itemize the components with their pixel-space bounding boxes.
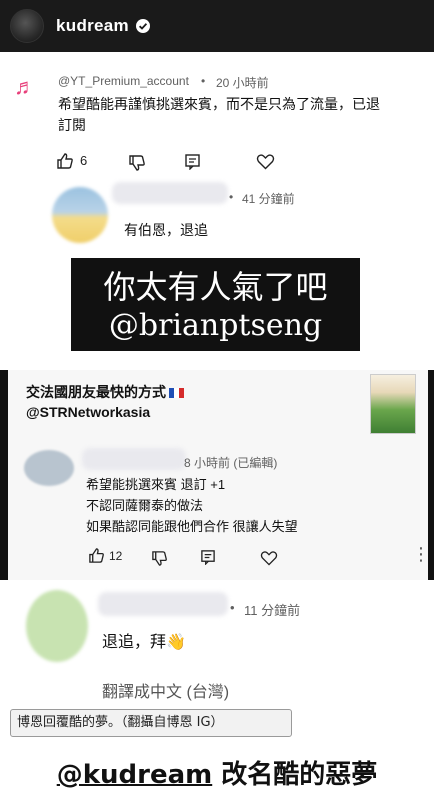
overlay-headline: 你太有人氣了吧 — [103, 268, 328, 306]
comment-author-blurred — [82, 448, 186, 470]
comment-text-line1: 希望酷能再謹慎挑選來賓，而不是只為了流量，已退 — [58, 96, 380, 112]
dislike-icon[interactable] — [128, 154, 146, 172]
dislike-icon[interactable] — [151, 550, 168, 567]
story-header: kudream — [0, 0, 434, 52]
verified-badge-icon — [135, 18, 151, 34]
comment-text-line2: 訂閱 — [58, 117, 86, 133]
headline-handle[interactable]: @kudream — [57, 760, 213, 790]
comment-text-line1: 希望能挑選來賓 退訂 +1 — [86, 477, 226, 492]
sticker-overlay: 你太有人氣了吧 @brianptseng — [71, 258, 360, 351]
promo-title[interactable]: 交法國朋友最快的方式 — [26, 382, 184, 402]
heart-icon[interactable] — [256, 153, 275, 170]
more-options-icon[interactable]: ⋮ — [412, 544, 430, 565]
comment-card-2: 交法國朋友最快的方式 @STRNetworkasia 8 小時前 (已編輯) 希… — [8, 370, 430, 580]
comment-avatar[interactable] — [24, 450, 74, 486]
comment-text-line2: 不認同薩爾泰的做法 — [86, 498, 204, 513]
reply-text: 有伯恩，退追 — [124, 222, 208, 238]
story-username[interactable]: kudream — [56, 16, 129, 36]
reply-icon[interactable] — [184, 153, 201, 170]
comment-author[interactable]: @YT_Premium_account — [58, 74, 189, 88]
comment-avatar[interactable] — [26, 590, 88, 662]
like-icon[interactable] — [88, 547, 105, 564]
comment-text: 退追，拜👋 — [102, 634, 186, 651]
avatar[interactable] — [10, 9, 44, 43]
comment-time: 11 分鐘前 — [244, 603, 301, 618]
headline-rest: 改名酷的惡夢 — [212, 760, 378, 790]
headline: @kudream 改名酷的惡夢 — [0, 754, 434, 791]
promo-handle[interactable]: @STRNetworkasia — [26, 404, 150, 420]
reply-author-blurred — [112, 182, 228, 204]
comment-author-blurred — [98, 592, 228, 616]
heart-icon[interactable] — [260, 550, 278, 566]
like-icon[interactable] — [56, 152, 74, 170]
music-note-icon: ♬ — [14, 74, 36, 99]
dot-separator: • — [201, 74, 206, 88]
promo-title-text: 交法國朋友最快的方式 — [26, 384, 166, 400]
comment-time: 8 小時前 (已編輯) — [184, 456, 278, 470]
overlay-mention[interactable]: @brianptseng — [71, 308, 360, 343]
france-flag-icon — [169, 388, 184, 399]
photo-caption: 博恩回覆酷的夢。（翻攝自博恩 IG） — [10, 709, 292, 737]
reply-time: 41 分鐘前 — [242, 192, 295, 206]
promo-thumbnail[interactable] — [370, 374, 416, 434]
dot-separator: • — [229, 190, 234, 204]
comment-time: 20 小時前 — [216, 76, 269, 90]
comment-text-line3: 如果酷認同能跟他們合作 很讓人失望 — [86, 519, 298, 534]
like-count: 6 — [80, 153, 88, 168]
reply-icon[interactable] — [200, 549, 216, 565]
dot-separator: • — [230, 600, 235, 615]
translate-link[interactable]: 翻譯成中文 (台灣) — [102, 678, 229, 702]
reply-avatar[interactable] — [52, 187, 108, 243]
like-count: 12 — [109, 549, 123, 563]
